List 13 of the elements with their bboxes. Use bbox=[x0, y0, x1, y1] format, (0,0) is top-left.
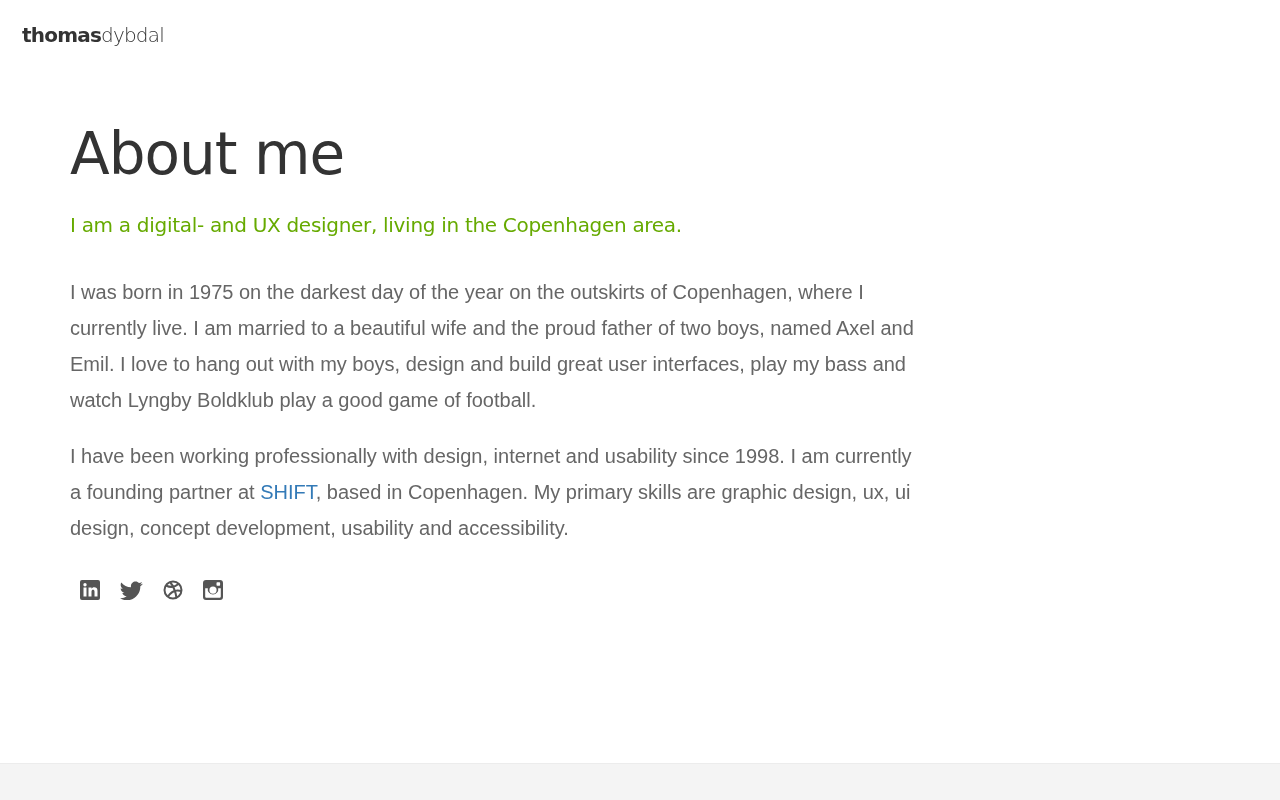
ball-icon bbox=[163, 580, 183, 600]
social-link[interactable] bbox=[203, 580, 223, 600]
camera-icon bbox=[203, 580, 223, 600]
text-link[interactable]: SHIFT bbox=[260, 481, 316, 503]
paragraph: I was born in 1975 on the darkest day of the year on the outskirts of Copenhagen, where I currently live. I am married to a beautiful wife and the proud father of two boys, named Axel and Emil. I love to hang out with my boys, design and build great user interfaces, play my bass and watch Lyngby Boldklub play a good game of football. bbox=[70, 280, 915, 413]
social-link[interactable] bbox=[120, 580, 143, 600]
subtitle: I am a digital- and UX designer, living in the Copenhagen area. bbox=[70, 212, 683, 238]
social-link[interactable] bbox=[163, 580, 183, 600]
paragraph: I have been working professionally with design, internet and usability since 1998. I am currently a founding partner at SHIFT, based in Copenhagen. My primary skills are graphic design, ux, ui design, concept development, usability and accessibility. bbox=[70, 444, 913, 541]
page-title: About me bbox=[70, 120, 346, 188]
bird-icon bbox=[120, 580, 143, 600]
logo-link[interactable]: thomasdybdal bbox=[22, 22, 164, 48]
social-link[interactable] bbox=[80, 580, 100, 600]
